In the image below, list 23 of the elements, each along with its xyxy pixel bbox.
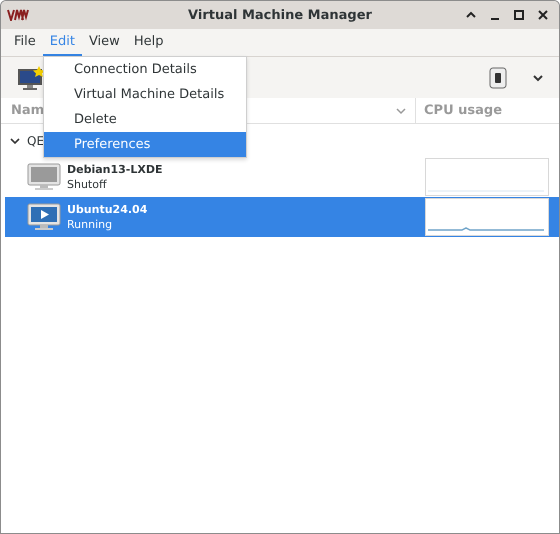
power-switch-icon[interactable] [489, 66, 507, 88]
close-icon[interactable] [537, 9, 549, 21]
vm-name: Ubuntu24.04 [67, 202, 148, 217]
menu-item[interactable]: Help [126, 29, 170, 56]
vm-row[interactable]: Ubuntu24.04 Running [5, 197, 559, 237]
menu-item[interactable]: View [82, 29, 127, 56]
chevron-up-icon[interactable] [465, 10, 477, 20]
vm-status: Running [67, 217, 114, 232]
maximize-icon[interactable] [513, 9, 525, 21]
sort-chevron-icon[interactable] [395, 106, 407, 114]
chevron-down-icon[interactable] [531, 72, 545, 82]
menu-option[interactable]: Preferences [44, 132, 246, 157]
menu-option[interactable]: Virtual Machine Details [44, 82, 246, 107]
menu-option[interactable]: Connection Details [44, 57, 246, 82]
window-title: Virtual Machine Manager [187, 8, 373, 22]
group-label: QE [27, 134, 44, 148]
expander-down-icon[interactable] [9, 136, 21, 146]
vm-row[interactable]: Debian13-LXDE Shutoff [5, 157, 559, 197]
app-logo-icon [7, 9, 29, 21]
menu-item[interactable]: File [7, 29, 43, 56]
vm-name: Debian13-LXDE [67, 162, 164, 177]
vm-status: Shutoff [67, 177, 108, 192]
menu-option[interactable]: Delete [44, 107, 246, 132]
